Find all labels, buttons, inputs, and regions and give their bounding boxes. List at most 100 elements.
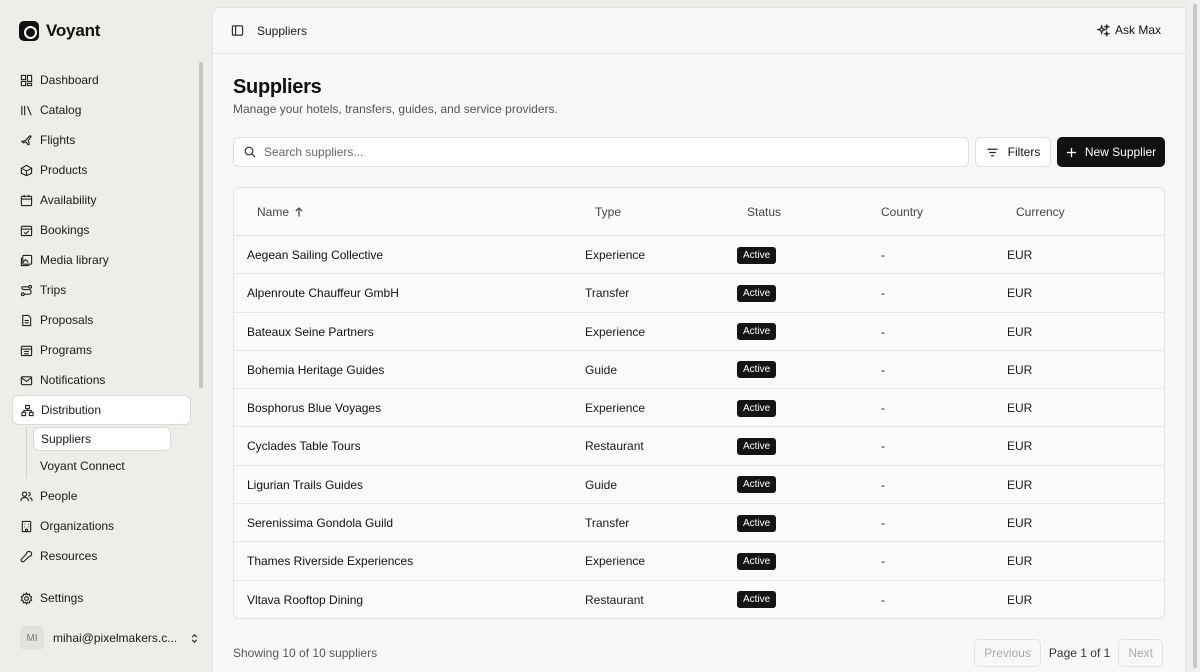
plane-icon [20,134,32,145]
sidebar-item-media-library[interactable]: Media library [12,245,191,275]
sidebar-item-label: Availability [40,193,97,207]
sidebar-item-label: Resources [40,549,98,563]
suppliers-table: Name Type Status Country Currency Aegean… [233,187,1165,619]
user-menu[interactable]: MI mihai@pixelmakers.c... [20,626,200,650]
sidebar-toggle-icon[interactable] [231,24,244,37]
sidebar-item-label: Distribution [41,403,102,417]
next-page-button[interactable]: Next [1118,639,1163,667]
sidebar-item-catalog[interactable]: Catalog [12,95,191,125]
sidebar-item-label: Products [40,163,88,177]
users-icon [20,490,33,501]
column-header-type[interactable]: Type [595,188,621,236]
sidebar-item-label: Media library [40,253,109,267]
sidebar-item-organizations[interactable]: Organizations [12,511,191,541]
sidebar-item-resources[interactable]: Resources [12,541,191,571]
sidebar-item-bookings[interactable]: Bookings [12,215,191,245]
chevron-up-down-icon [192,633,198,643]
previous-page-button[interactable]: Previous [974,639,1041,667]
search-icon [244,146,256,158]
table-row[interactable]: Serenissima Gondola Guild Transfer Activ… [234,504,1164,543]
user-email: mihai@pixelmakers.c... [53,631,178,645]
table-row[interactable]: Thames Riverside Experiences Experience … [234,542,1164,581]
sidebar-item-availability[interactable]: Availability [12,185,191,215]
table-row[interactable]: Cyclades Table Tours Restaurant Active -… [234,427,1164,466]
sidebar-item-products[interactable]: Products [12,155,191,185]
filters-label: Filters [1007,145,1041,159]
sidebar-item-flights[interactable]: Flights [12,125,191,155]
table-row[interactable]: Bosphorus Blue Voyages Experience Active… [234,389,1164,428]
sidebar-subitem-suppliers[interactable]: Suppliers [33,427,171,451]
sidebar-item-notifications[interactable]: Notifications [12,365,191,395]
supplier-type: Transfer [585,516,630,531]
brand[interactable]: Voyant [19,21,100,41]
breadcrumb: Suppliers [257,23,308,38]
supplier-currency: EUR [1007,554,1033,569]
sidebar-subitem-voyant-connect[interactable]: Voyant Connect [33,454,191,478]
topbar: Suppliers Ask Max [213,8,1185,54]
sidebar: Voyant Dashboard Catalog Flights Product… [0,0,212,672]
table-row[interactable]: Alpenroute Chauffeur GmbH Transfer Activ… [234,274,1164,313]
sort-ascending-icon [295,207,303,217]
status-badge: Active [737,361,777,379]
search-input[interactable] [264,145,944,159]
sidebar-item-label: Settings [40,591,84,605]
supplier-currency: EUR [1007,592,1033,607]
calendar-check-icon [20,225,33,236]
supplier-type: Restaurant [585,439,644,454]
sidebar-item-label: Proposals [40,313,94,327]
supplier-name: Aegean Sailing Collective [247,248,384,262]
supplier-country: - [881,592,885,607]
column-header-name[interactable]: Name [257,188,304,236]
mail-icon [20,375,33,385]
search-box[interactable] [233,137,969,167]
document-icon [22,314,32,326]
supplier-currency: EUR [1007,324,1033,339]
column-header-country[interactable]: Country [881,188,923,236]
table-row[interactable]: Bohemia Heritage Guides Guide Active - E… [234,351,1164,390]
calendar-icon [20,194,33,206]
new-supplier-button[interactable]: New Supplier [1057,137,1165,167]
sidebar-item-proposals[interactable]: Proposals [12,305,191,335]
ask-max-button[interactable]: Ask Max [1096,23,1161,37]
supplier-name: Thames Riverside Experiences [247,554,414,569]
status-badge: Active [737,514,777,532]
status-badge: Active [737,323,777,341]
table-row[interactable]: Bateaux Seine Partners Experience Active… [234,313,1164,351]
sidebar-item-label: Organizations [40,519,115,533]
page-scrollbar-thumb[interactable] [1193,4,1197,668]
supplier-country: - [881,248,885,262]
table-row[interactable]: Aegean Sailing Collective Experience Act… [234,236,1164,275]
supplier-currency: EUR [1007,286,1033,301]
wrench-icon [20,550,33,562]
page-subtitle: Manage your hotels, transfers, guides, a… [233,102,558,116]
catalog-icon [21,105,32,115]
sidebar-item-label: Catalog [40,103,82,117]
status-badge: Active [737,399,777,417]
column-header-currency[interactable]: Currency [1016,188,1065,236]
sidebar-item-programs[interactable]: Programs [12,335,191,365]
page-info: Page 1 of 1 [1048,646,1111,660]
sidebar-scrollbar[interactable] [199,62,203,388]
page-title: Suppliers [233,76,322,98]
supplier-name: Serenissima Gondola Guild [247,516,394,531]
sidebar-item-distribution[interactable]: Distribution [12,395,191,425]
supplier-country: - [881,286,885,301]
calendar-grid-icon [20,345,33,356]
page-scrollbar[interactable] [1190,0,1200,672]
sidebar-item-dashboard[interactable]: Dashboard [12,65,191,95]
supplier-country: - [881,439,885,454]
sidebar-item-people[interactable]: People [12,481,191,511]
sidebar-item-label: Trips [40,283,67,297]
sidebar-item-label: Notifications [40,373,106,387]
network-icon [21,404,34,416]
filters-button[interactable]: Filters [975,137,1051,167]
table-row[interactable]: Vltava Rooftop Dining Restaurant Active … [234,581,1164,618]
column-header-status[interactable]: Status [747,188,781,236]
building-icon [21,520,32,532]
filter-icon [987,148,998,156]
table-row[interactable]: Ligurian Trails Guides Guide Active - EU… [234,466,1164,505]
supplier-name: Vltava Rooftop Dining [247,592,364,607]
sidebar-item-settings[interactable]: Settings [12,583,191,613]
status-badge: Active [737,246,777,264]
sidebar-item-trips[interactable]: Trips [12,275,191,305]
